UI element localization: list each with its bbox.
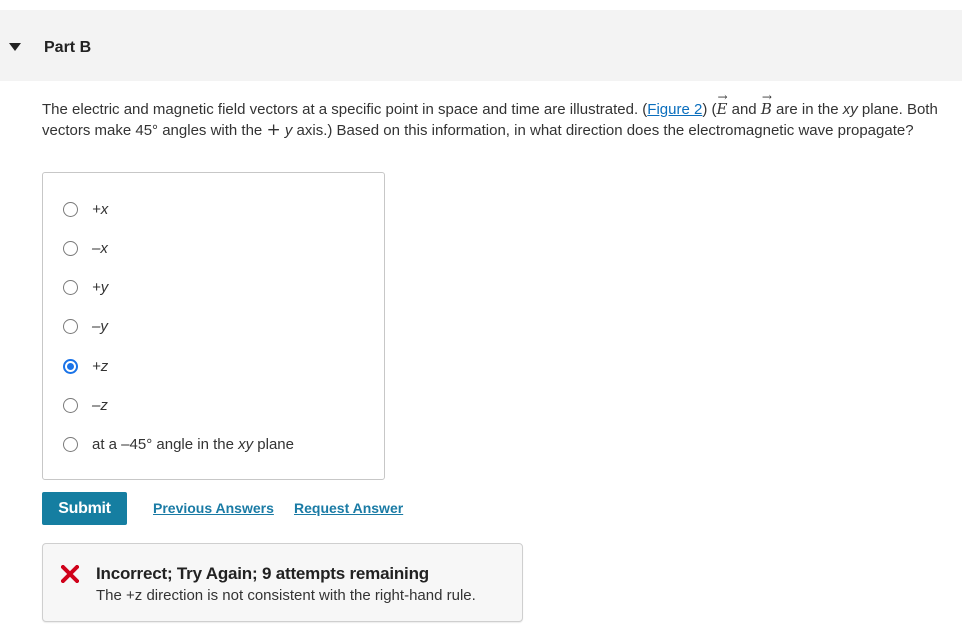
- choice-minus-x[interactable]: –x: [63, 236, 108, 260]
- x-mark-icon: [61, 565, 79, 583]
- question-text-end: axis.) Based on this information, in wha…: [292, 122, 914, 139]
- feedback-box: Incorrect; Try Again; 9 attempts remaini…: [42, 543, 523, 622]
- feedback-title: Incorrect; Try Again; 9 attempts remaini…: [96, 564, 429, 583]
- collapse-caret-icon[interactable]: [9, 43, 21, 51]
- previous-answers-link[interactable]: Previous Answers: [153, 500, 274, 516]
- plus-symbol: +: [266, 120, 281, 140]
- choice-label: +z: [92, 357, 109, 375]
- choice-minus-z[interactable]: –z: [63, 393, 108, 417]
- radio-button-selected[interactable]: [63, 358, 78, 374]
- radio-button[interactable]: [63, 201, 78, 217]
- choice-minus-y[interactable]: –y: [63, 314, 108, 338]
- feedback-message: The +z direction is not consistent with …: [96, 587, 476, 604]
- choice-label-xy: xy: [238, 435, 254, 453]
- question-text: The electric and magnetic field vectors …: [42, 87, 954, 141]
- radio-button[interactable]: [63, 318, 78, 334]
- choice-label: at a –45° angle in the xy plane: [92, 436, 294, 453]
- part-title: Part B: [44, 39, 92, 56]
- question-text-and: and: [727, 101, 761, 118]
- xy-symbol: xy: [842, 101, 858, 118]
- radio-button[interactable]: [63, 397, 78, 413]
- choice-plus-z[interactable]: +z: [63, 354, 108, 378]
- choice-label: –y: [92, 317, 108, 335]
- e-vector-symbol: E: [717, 87, 728, 119]
- choice-label: +y: [92, 278, 109, 296]
- b-vector-symbol: B: [761, 87, 772, 119]
- choice-label: –z: [92, 396, 108, 414]
- part-header[interactable]: Part B: [0, 10, 962, 81]
- request-answer-link[interactable]: Request Answer: [294, 500, 403, 516]
- question-text-paren: ) (: [702, 101, 717, 118]
- choice-plus-y[interactable]: +y: [63, 275, 108, 299]
- choice-label: +x: [92, 200, 109, 218]
- figure-link[interactable]: Figure 2: [647, 101, 702, 118]
- choice-label-prefix: at a –45° angle in the: [92, 435, 239, 453]
- answer-choices: +x –x +y –y +z –z at a –45° angle in the…: [42, 172, 385, 480]
- question-text-start: The electric and magnetic field vectors …: [42, 101, 648, 118]
- choice-plus-x[interactable]: +x: [63, 197, 108, 221]
- choice-label-suffix: plane: [253, 435, 294, 453]
- choice-angle-xy-plane[interactable]: at a –45° angle in the xy plane: [63, 432, 294, 456]
- submit-button[interactable]: Submit: [42, 492, 127, 525]
- choice-label: –x: [92, 239, 108, 257]
- question-text-are-in: are in the: [771, 101, 843, 118]
- radio-button[interactable]: [63, 240, 78, 256]
- radio-button[interactable]: [63, 279, 78, 295]
- radio-button[interactable]: [63, 436, 78, 452]
- y-symbol: y: [280, 122, 293, 139]
